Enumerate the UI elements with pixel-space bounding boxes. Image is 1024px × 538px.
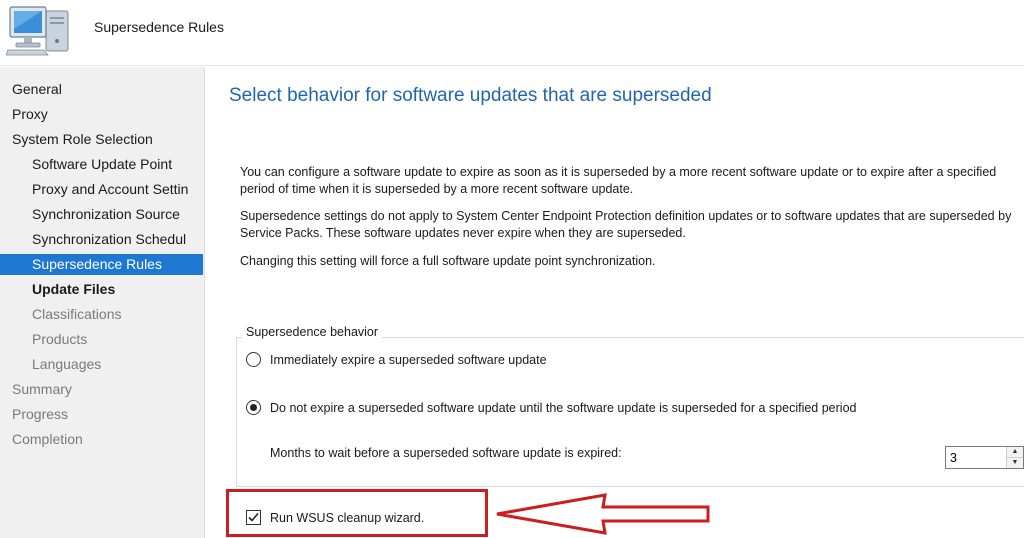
sidebar-item-proxy-account-settings[interactable]: Proxy and Account Settin (0, 179, 203, 200)
sidebar-item-general[interactable]: General (0, 79, 203, 100)
radio-label-wait: Do not expire a superseded software upda… (270, 400, 857, 415)
spin-down-icon[interactable]: ▼ (1007, 457, 1023, 468)
sidebar-item-system-role-selection[interactable]: System Role Selection (0, 129, 203, 150)
sidebar-item-update-files[interactable]: Update Files (0, 279, 203, 300)
sidebar-item-supersedence-rules[interactable]: Supersedence Rules (0, 254, 203, 275)
sidebar-item-summary: Summary (12, 381, 72, 397)
radio-option-wait-period[interactable]: Do not expire a superseded software upda… (246, 400, 856, 415)
sidebar-item-synchronization-schedule[interactable]: Synchronization Schedul (0, 229, 203, 250)
months-to-wait-label: Months to wait before a superseded softw… (270, 446, 622, 460)
description-expire-behavior: You can configure a software update to e… (240, 165, 997, 196)
highlight-annotation-box (226, 489, 488, 537)
sidebar-item-synchronization-source[interactable]: Synchronization Source (0, 204, 203, 225)
sidebar-item-progress: Progress (12, 406, 69, 422)
description-endpoint-protection-note: Supersedence settings do not apply to Sy… (240, 209, 1012, 240)
months-input[interactable] (946, 447, 1006, 468)
computer-wizard-icon (6, 6, 69, 56)
annotation-arrow-icon (496, 493, 710, 535)
sidebar-item-proxy[interactable]: Proxy (0, 104, 203, 125)
group-label: Supersedence behavior (242, 325, 383, 339)
months-stepper[interactable]: ▲ ▼ (945, 446, 1024, 469)
description-full-sync-warning: Changing this setting will force a full … (240, 254, 656, 268)
spin-up-icon[interactable]: ▲ (1007, 447, 1023, 457)
sidebar-item-products: Products (32, 331, 88, 347)
wizard-page-content: Select behavior for software updates tha… (206, 67, 1024, 538)
sidebar-item-languages: Languages (32, 356, 102, 372)
radio-label-immediate: Immediately expire a superseded software… (270, 352, 547, 367)
header-title: Supersedence Rules (94, 19, 224, 35)
radio-button-wait[interactable] (246, 400, 261, 415)
sidebar-item-completion: Completion (12, 431, 83, 447)
wizard-header: Supersedence Rules (0, 0, 1024, 66)
radio-button-immediate[interactable] (246, 352, 261, 367)
wizard-sidebar: General Proxy System Role Selection Soft… (0, 67, 205, 538)
radio-option-immediately-expire[interactable]: Immediately expire a superseded software… (246, 352, 547, 367)
page-title: Select behavior for software updates tha… (229, 85, 712, 106)
sidebar-item-classifications: Classifications (32, 306, 122, 322)
sidebar-item-software-update-point[interactable]: Software Update Point (0, 154, 203, 175)
